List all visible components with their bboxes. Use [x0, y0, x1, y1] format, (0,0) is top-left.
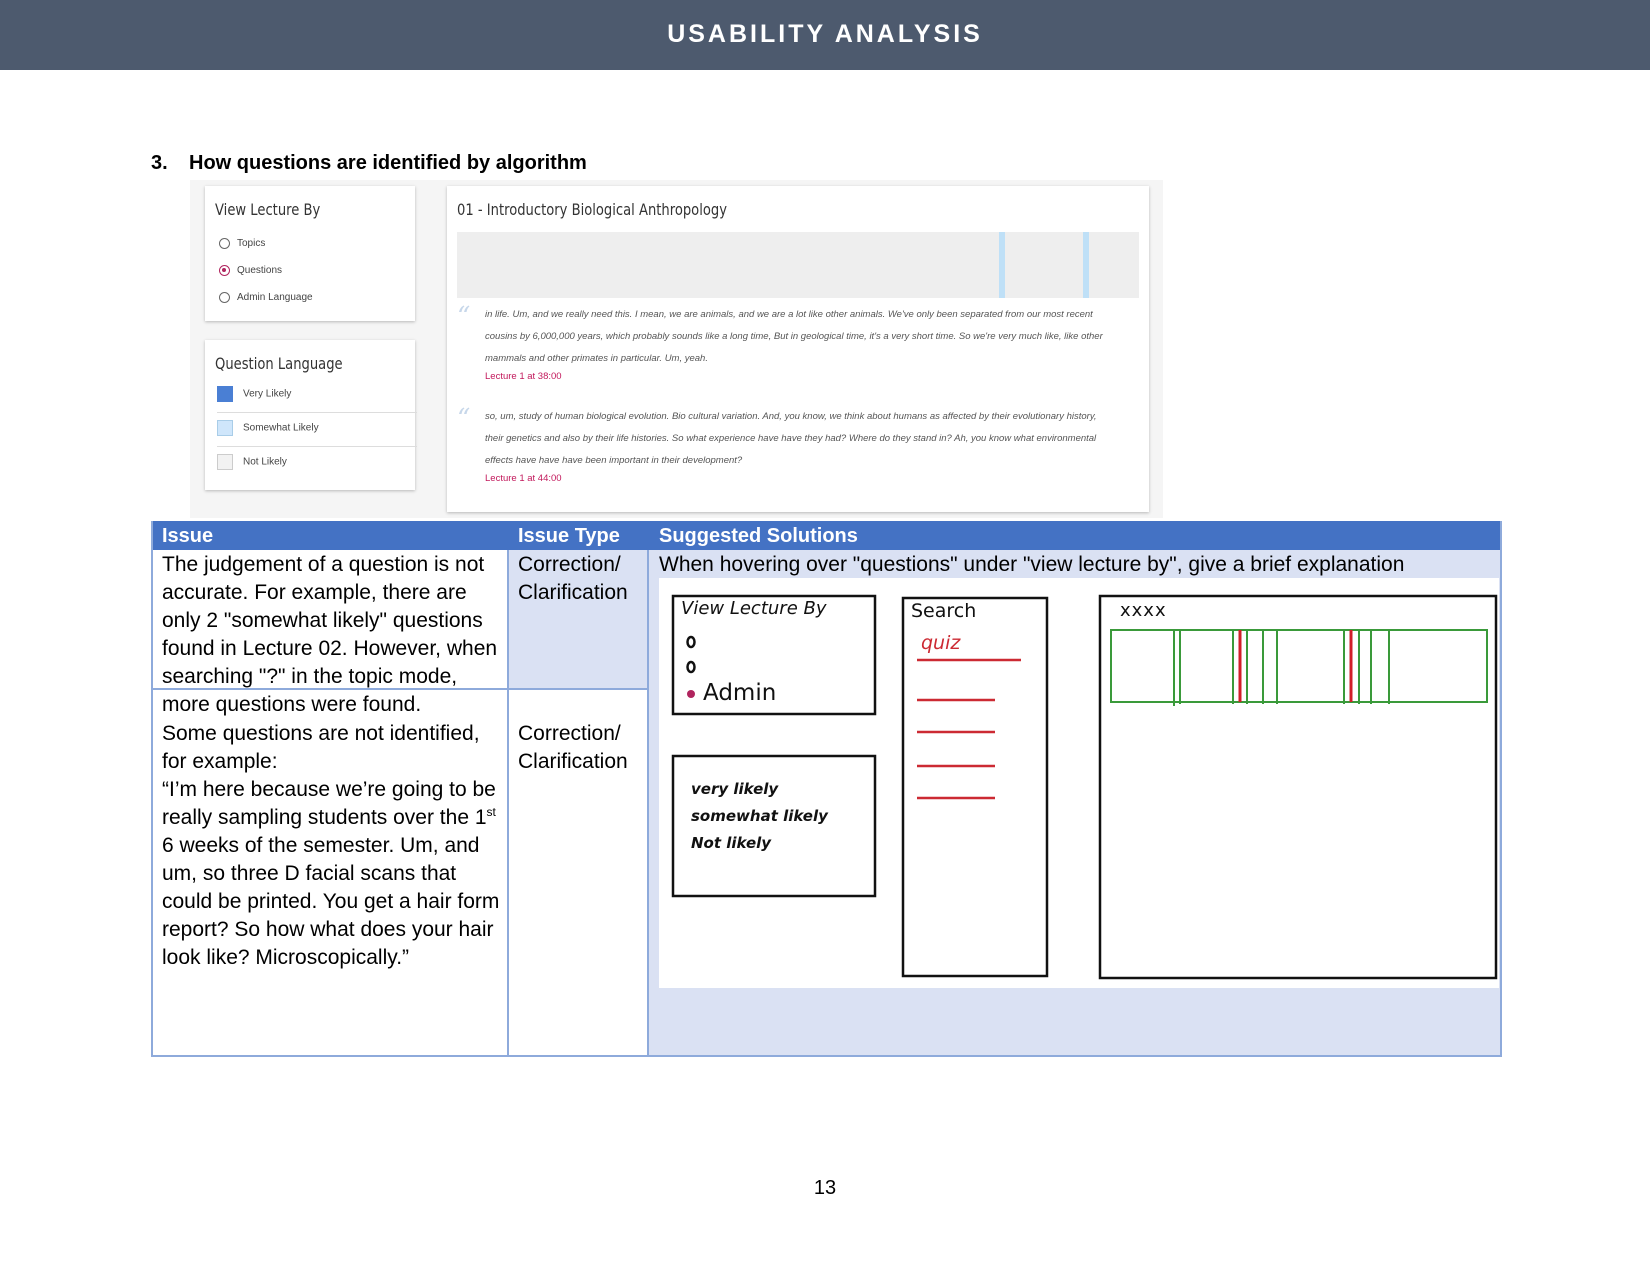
issue-quote-cont: 6 weeks of the semester. Um, and um, so …	[162, 834, 500, 969]
color-swatch	[217, 420, 233, 436]
table-border	[507, 550, 509, 1057]
section-number: 3.	[151, 152, 168, 174]
page-number: 13	[813, 1177, 837, 1199]
level-label: Very Likely	[243, 388, 292, 400]
section-heading: 3. How questions are identified by algori…	[151, 152, 587, 175]
timeline-marker[interactable]	[999, 232, 1005, 298]
level-label: Not Likely	[243, 456, 287, 468]
level-label: Somewhat Likely	[243, 422, 319, 434]
sketch-level: very likely	[691, 780, 779, 798]
sketch-levels: very likely somewhat likely Not likely	[691, 776, 828, 857]
radio-topics[interactable]: Topics	[219, 238, 265, 252]
quote-ref-link[interactable]: Lecture 1 at 38:00	[485, 371, 562, 382]
view-lecture-by-card: View Lecture By Topics Questions Admin L…	[205, 186, 415, 321]
sketch-search-term: quiz	[921, 632, 961, 654]
sketch-search-label: Search	[911, 600, 977, 622]
header-issue-type: Issue Type	[518, 525, 620, 547]
radio-circle-icon	[219, 292, 230, 303]
radio-selected-icon	[219, 265, 230, 276]
table-border	[151, 521, 153, 1057]
color-swatch	[217, 454, 233, 470]
header-issue: Issue	[162, 525, 214, 547]
sketch-radio-icon	[686, 660, 696, 674]
table-row-1-issue: The judgement of a question is not accur…	[162, 553, 498, 716]
radio-questions[interactable]: Questions	[219, 265, 282, 279]
section-title: How questions are identified by algorith…	[189, 152, 587, 174]
quote-ref-link[interactable]: Lecture 1 at 44:00	[485, 473, 562, 484]
divider	[217, 446, 417, 447]
type-line: Clarification	[518, 581, 628, 604]
question-language-card: Question Language Very Likely Somewhat L…	[205, 340, 417, 490]
radio-circle-icon	[219, 238, 230, 249]
quote-icon: “	[457, 302, 471, 332]
timeline-marker[interactable]	[1083, 232, 1089, 298]
sketch-view-by-title: View Lecture By	[681, 598, 827, 619]
radio-label: Admin Language	[237, 292, 313, 304]
quote-icon: “	[457, 404, 471, 434]
sketch-level: somewhat likely	[691, 807, 828, 825]
lecture-timeline[interactable]	[457, 232, 1139, 298]
ordinal-suffix: st	[486, 805, 496, 819]
sketch-radio-icon	[686, 635, 696, 649]
sketch-search-box	[901, 596, 1049, 978]
table-border	[647, 550, 649, 1057]
sketch-lecture-title: xxxx	[1120, 600, 1167, 621]
type-line: Correction/	[518, 553, 621, 576]
radio-label: Questions	[237, 265, 283, 277]
quote-text: so, um, study of human biological evolut…	[485, 411, 1097, 466]
sketch-admin-label: Admin	[703, 680, 777, 706]
type-line: Clarification	[518, 750, 628, 773]
header-title: USABILITY ANALYSIS	[667, 20, 983, 48]
divider	[217, 412, 417, 413]
table-row-1-type: Correction/ Clarification	[518, 551, 646, 607]
header-suggested-solutions: Suggested Solutions	[659, 525, 858, 547]
app-screenshot: View Lecture By Topics Questions Admin L…	[190, 180, 1163, 518]
sketch-level: Not likely	[691, 834, 772, 852]
sketch-timeline	[1110, 629, 1488, 703]
table-border	[151, 688, 649, 690]
lecture-title: 01 - Introductory Biological Anthropolog…	[457, 200, 727, 219]
level-not-likely[interactable]: Not Likely	[217, 454, 417, 484]
color-swatch	[217, 386, 233, 402]
sketch-mockup: View Lecture By Admin very likely somewh…	[659, 578, 1499, 988]
issue-quote: “I’m here because we’re going to be real…	[162, 778, 496, 829]
table-row-1-solution: When hovering over "questions" under "vi…	[659, 553, 1405, 576]
quote-text: in life. Um, and we really need this. I …	[485, 309, 1103, 364]
sketch-lecture-box	[1098, 594, 1498, 980]
question-language-title: Question Language	[215, 354, 343, 373]
sketch-radio-selected-icon	[687, 690, 695, 698]
table-border	[151, 1055, 1502, 1057]
issue-text: Some questions are not identified, for e…	[162, 722, 480, 773]
table-row-2-issue: Some questions are not identified, for e…	[162, 720, 502, 972]
radio-admin-language[interactable]: Admin Language	[219, 292, 313, 306]
type-line: Correction/	[518, 722, 621, 745]
lecture-card: 01 - Introductory Biological Anthropolog…	[447, 186, 1149, 512]
view-lecture-by-title: View Lecture By	[215, 200, 321, 219]
radio-label: Topics	[237, 238, 266, 250]
table-border	[1500, 521, 1502, 1057]
table-row-2-type: Correction/ Clarification	[518, 720, 646, 776]
